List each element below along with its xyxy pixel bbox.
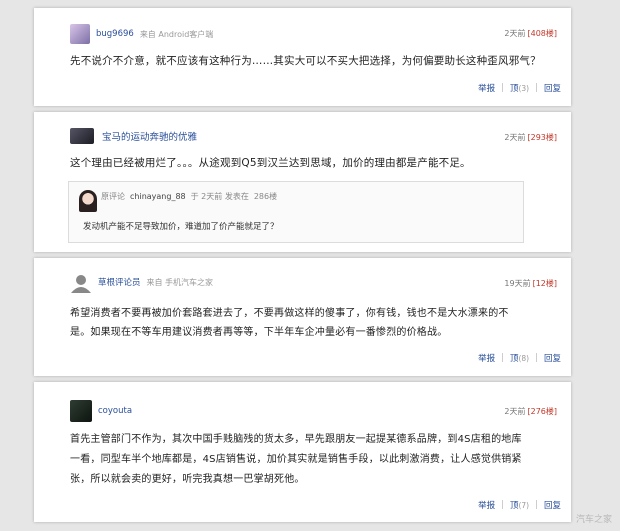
divider: | <box>535 500 538 510</box>
comment-text: 这个理由已经被用烂了。。。从途观到Q5到汉兰达到思域，加价的理由都是产能不足。 <box>70 157 471 169</box>
comment-meta: 2天前 [408楼] <box>504 28 557 39</box>
comment-text: 希望消费者不要再被加价套路套进去了，不要再做这样的傻事了，你有钱，钱也不是大水漂… <box>70 304 553 342</box>
quote-text: 发动机产能不足导致加价，难道加了价产能就足了？ <box>83 222 279 232</box>
quote-username-link[interactable]: chinayang_88 <box>130 192 186 201</box>
comment-actions: 举报 | 顶(8) | 回复 <box>478 352 561 364</box>
like-count: (8) <box>518 354 530 363</box>
floor-number: [408楼] <box>527 29 557 38</box>
comment-text: 先不说介不介意，就不应该有这种行为……其实大可以不买大把选择，为何偏要助长这种歪… <box>70 55 541 67</box>
comment-header: bug9696 来自 Android客户端 <box>96 24 213 44</box>
like-count: (3) <box>518 84 530 93</box>
comment-actions: 举报 | 顶(7) | 回复 <box>478 499 561 511</box>
comment-meta: 19天前 [12楼] <box>504 278 557 289</box>
comment-card: 宝马的运动奔驰的优雅 2天前 [293楼] 这个理由已经被用烂了。。。从途观到Q… <box>34 112 571 252</box>
divider: | <box>501 83 504 93</box>
comment-text-line: 首先主管部门不作为，其次中国手贱脑残的货太多，早先跟朋友一起提某德系品牌，到4S… <box>70 434 522 445</box>
divider: | <box>535 83 538 93</box>
avatar[interactable] <box>70 400 92 422</box>
comment-meta: 2天前 [293楼] <box>504 132 557 143</box>
comment-text-line: 是。如果现在不等车用建议消费者再等等，下半年车企冲量必有一番惨烈的价格战。 <box>70 327 448 338</box>
comment-card: bug9696 来自 Android客户端 2天前 [408楼] 先不说介不介意… <box>34 8 571 106</box>
quote-floor: 286楼 <box>253 192 278 201</box>
comment-actions: 举报 | 顶(3) | 回复 <box>478 82 561 94</box>
like-link[interactable]: 顶(3) <box>510 82 529 94</box>
reply-link[interactable]: 回复 <box>544 82 561 94</box>
quote-meta: 于 2天前 发表在 <box>190 192 249 201</box>
comment-text-line: 希望消费者不要再被加价套路套进去了，不要再做这样的傻事了，你有钱，钱也不是大水漂… <box>70 308 509 319</box>
divider: | <box>535 353 538 363</box>
username-link[interactable]: coyouta <box>98 406 132 416</box>
floor-number: [276楼] <box>527 407 557 416</box>
comment-card: 草根评论员 来自 手机汽车之家 19天前 [12楼] 希望消费者不要再被加价套路… <box>34 258 571 376</box>
comment-time: 19天前 <box>504 279 531 288</box>
username-link[interactable]: 草根评论员 <box>98 276 141 288</box>
quote-label: 原评论 <box>101 192 125 201</box>
avatar[interactable] <box>70 24 90 44</box>
username-link[interactable]: bug9696 <box>96 29 134 39</box>
comment-source: 来自 Android客户端 <box>139 29 214 39</box>
username-link[interactable]: 宝马的运动奔驰的优雅 <box>102 129 197 143</box>
floor-number: [293楼] <box>527 133 557 142</box>
like-link[interactable]: 顶(7) <box>510 499 529 511</box>
watermark: 汽车之家 <box>575 515 612 525</box>
like-link[interactable]: 顶(8) <box>510 352 529 364</box>
comment-header: 草根评论员 来自 手机汽车之家 <box>98 272 213 292</box>
user-icon <box>71 275 91 293</box>
quoted-comment: 原评论 chinayang_88 于 2天前 发表在 286楼 发动机产能不足导… <box>68 181 524 243</box>
report-link[interactable]: 举报 <box>478 82 495 94</box>
avatar-placeholder[interactable] <box>70 272 92 294</box>
comment-text-line: 张，所以就会卖的更好，听完我真想一巴掌胡死他。 <box>70 474 305 485</box>
divider: | <box>501 500 504 510</box>
reply-link[interactable]: 回复 <box>544 352 561 364</box>
comment-text: 首先主管部门不作为，其次中国手贱脑残的货太多，早先跟朋友一起提某德系品牌，到4S… <box>70 430 553 490</box>
comment-meta: 2天前 [276楼] <box>504 406 557 417</box>
report-link[interactable]: 举报 <box>478 352 495 364</box>
reply-link[interactable]: 回复 <box>544 499 561 511</box>
like-count: (7) <box>518 501 530 510</box>
avatar[interactable] <box>79 190 97 212</box>
comment-source: 来自 手机汽车之家 <box>146 277 214 287</box>
comment-text-line: 一看，同型车半个地库都是，4S店销售说，加价其实就是销售手段，以此刺激消费，让人… <box>70 454 522 465</box>
floor-number: [12楼] <box>532 279 557 288</box>
comment-card: coyouta 2天前 [276楼] 首先主管部门不作为，其次中国手贱脑残的货太… <box>34 382 571 522</box>
comment-time: 2天前 <box>504 29 526 38</box>
divider: | <box>501 353 504 363</box>
quote-header: 原评论 chinayang_88 于 2天前 发表在 286楼 <box>101 191 277 202</box>
report-link[interactable]: 举报 <box>478 499 495 511</box>
comment-header: 宝马的运动奔驰的优雅 <box>102 126 197 146</box>
comment-time: 2天前 <box>504 133 526 142</box>
avatar[interactable] <box>70 128 94 144</box>
comment-header: coyouta <box>98 401 138 421</box>
comment-time: 2天前 <box>504 407 526 416</box>
